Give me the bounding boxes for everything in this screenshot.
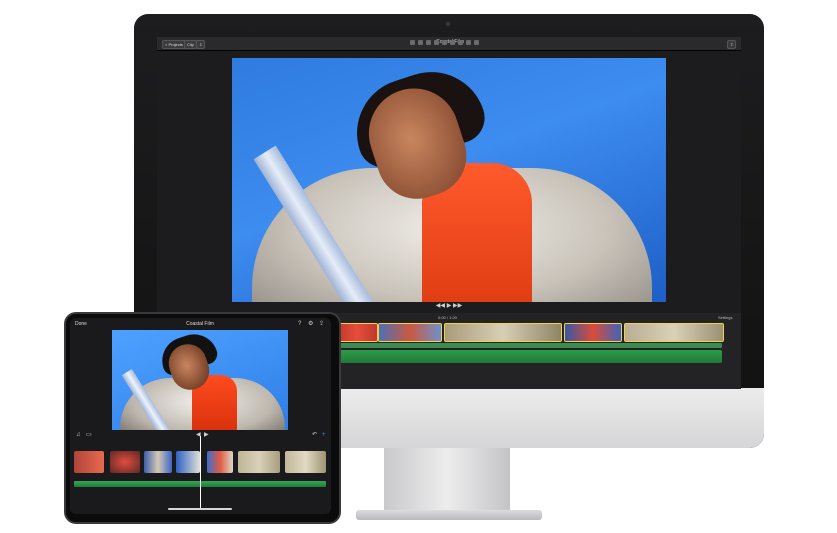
ipad-top-bar: Done Coastal Film ? ⚙ ⇪ <box>70 320 331 328</box>
ipad-timeline-clip[interactable] <box>74 451 104 473</box>
media-icon[interactable]: ▭ <box>86 432 92 438</box>
import-button[interactable]: ⇩ <box>196 40 206 49</box>
settings-button[interactable]: Settings <box>718 315 732 320</box>
audio-icon[interactable]: ♫ <box>76 432 81 438</box>
home-indicator <box>168 508 232 510</box>
speed-icon[interactable] <box>458 40 463 45</box>
filter-icon[interactable] <box>466 40 471 45</box>
volume-icon[interactable] <box>442 40 447 45</box>
playback-controls: ◀◀ ▶ ▶▶ <box>232 302 666 311</box>
timeline-clip[interactable] <box>444 323 562 342</box>
crop-icon[interactable] <box>426 40 431 45</box>
ipad-timeline-clip[interactable] <box>176 451 200 473</box>
imac-stand <box>384 448 510 518</box>
ipad-project-title: Coastal Film <box>186 321 214 327</box>
undo-icon[interactable]: ↶ <box>312 432 317 438</box>
skip-back-icon[interactable]: ◀◀ <box>436 303 445 309</box>
settings-icon[interactable]: ⚙ <box>308 321 313 327</box>
ipad-timeline-clip[interactable] <box>238 451 280 473</box>
audio-track-secondary[interactable] <box>336 343 722 348</box>
share-button[interactable]: ⇪ <box>727 40 737 49</box>
done-button[interactable]: Done <box>75 321 87 327</box>
ipad-play-icon[interactable]: ▶ <box>204 432 209 438</box>
camera-icon <box>446 22 450 26</box>
timeline-clip[interactable] <box>378 323 442 342</box>
projects-button[interactable]: < Projects <box>162 40 186 49</box>
audio-track[interactable] <box>336 350 722 363</box>
color-balance-icon[interactable] <box>410 40 415 45</box>
add-media-icon[interactable]: + <box>322 432 326 438</box>
stabilization-icon[interactable] <box>434 40 439 45</box>
timeline-clip[interactable] <box>564 323 622 342</box>
ipad-timeline-clip[interactable] <box>110 451 140 473</box>
imac-stand-foot <box>356 510 542 520</box>
noise-reduction-icon[interactable] <box>450 40 455 45</box>
timeline-clip[interactable] <box>624 323 724 342</box>
play-icon[interactable]: ▶ <box>447 303 452 309</box>
ipad-playhead[interactable] <box>200 436 201 508</box>
clip-button[interactable]: Clip <box>184 40 197 49</box>
ipad-timeline-clip[interactable] <box>285 451 326 473</box>
info-icon[interactable] <box>474 40 479 45</box>
share-icon[interactable]: ⇪ <box>319 321 324 327</box>
color-correction-icon[interactable] <box>418 40 423 45</box>
ipad-timeline-clip[interactable] <box>207 451 233 473</box>
help-icon[interactable]: ? <box>298 321 301 327</box>
ipad-timeline-clip[interactable] <box>144 451 172 473</box>
timeline-clip[interactable] <box>336 323 378 342</box>
apple-logo-icon <box>436 402 462 432</box>
ipad-video-viewer[interactable] <box>112 330 288 430</box>
timecode: 0:00 / 1:20 <box>438 315 457 320</box>
video-viewer[interactable] <box>232 58 666 302</box>
skip-forward-icon[interactable]: ▶▶ <box>453 303 462 309</box>
